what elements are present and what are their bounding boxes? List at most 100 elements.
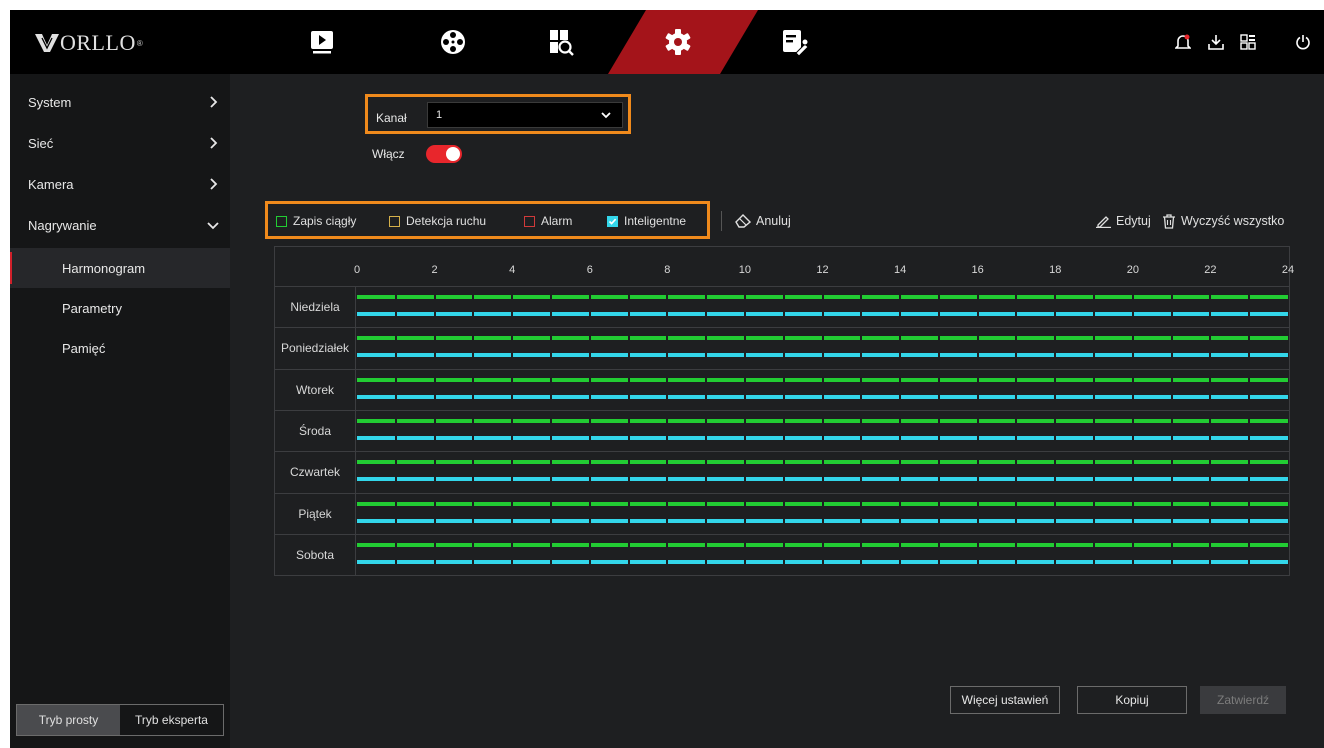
hour-tick <box>627 291 630 321</box>
hour-tick <box>1131 539 1134 569</box>
hour-tick <box>743 291 746 321</box>
hour-tick <box>821 415 824 445</box>
maintenance-icon[interactable] <box>779 26 811 58</box>
hour-label: 18 <box>1049 264 1062 276</box>
cancel-label: Anuluj <box>756 214 791 228</box>
hour-tick <box>1209 456 1212 486</box>
sidebar-item-storage[interactable]: Pamięć <box>10 328 230 368</box>
hour-tick <box>1015 498 1018 528</box>
hour-tick <box>976 374 979 404</box>
sidebar-item-schedule[interactable]: Harmonogram <box>10 248 230 288</box>
legend-label: Inteligentne <box>624 214 687 228</box>
cancel-button[interactable]: Anuluj <box>735 213 791 229</box>
hour-tick <box>937 456 940 486</box>
copy-button[interactable]: Kopiuj <box>1077 686 1187 714</box>
hour-tick <box>549 539 552 569</box>
hour-tick <box>588 456 591 486</box>
legend-intelligent[interactable]: Inteligentne <box>607 213 686 229</box>
hour-tick <box>549 498 552 528</box>
camera-reel-icon[interactable] <box>437 26 469 58</box>
hour-tick <box>1248 332 1251 362</box>
sidebar-item-recording[interactable]: Nagrywanie <box>10 205 230 245</box>
motion-checkbox[interactable] <box>389 215 400 227</box>
hour-tick <box>976 291 979 321</box>
hour-tick <box>1015 456 1018 486</box>
day-label: Wtorek <box>295 382 334 397</box>
hour-tick <box>394 498 397 528</box>
chevron-down-icon <box>207 222 219 230</box>
hour-tick <box>782 374 785 404</box>
hour-tick <box>743 456 746 486</box>
day-column-divider <box>355 286 356 575</box>
apply-button[interactable]: Zatwierdź <box>1200 686 1286 714</box>
toolbar-divider <box>721 211 722 231</box>
chevron-right-icon <box>210 178 218 190</box>
hour-tick <box>782 332 785 362</box>
hour-tick <box>511 415 514 445</box>
legend-alarm[interactable]: Alarm <box>524 213 572 229</box>
playback-icon[interactable] <box>306 26 338 58</box>
hour-tick <box>1131 332 1134 362</box>
hour-tick <box>1170 539 1173 569</box>
channel-select[interactable]: 1 <box>427 102 623 128</box>
legend-motion[interactable]: Detekcja ruchu <box>389 213 486 229</box>
clear-all-button[interactable]: Wyczyść wszystko <box>1162 213 1284 229</box>
hour-label: 10 <box>738 264 752 276</box>
row-divider <box>275 493 1289 494</box>
hour-tick <box>549 332 552 362</box>
hour-tick <box>1093 415 1096 445</box>
alarm-checkbox[interactable] <box>524 215 535 227</box>
hour-tick <box>937 498 940 528</box>
hour-tick <box>821 498 824 528</box>
row-divider <box>275 286 1289 287</box>
hour-tick <box>1054 415 1057 445</box>
day-label: Piątek <box>298 506 332 521</box>
hour-tick <box>937 415 940 445</box>
continuous-checkbox[interactable] <box>276 215 287 227</box>
layout-icon[interactable] <box>1238 32 1258 52</box>
hour-label: 22 <box>1204 264 1217 276</box>
hour-tick <box>549 374 552 404</box>
hour-tick <box>1093 498 1096 528</box>
hour-label: 4 <box>509 264 516 276</box>
hour-tick <box>821 456 824 486</box>
sidebar-item-system[interactable]: System <box>10 82 230 122</box>
expert-mode-button[interactable]: Tryb eksperta <box>120 705 223 735</box>
hour-tick <box>511 374 514 404</box>
sidebar-item-parameters[interactable]: Parametry <box>10 288 230 328</box>
hour-tick <box>549 291 552 321</box>
search-icon[interactable] <box>545 26 577 58</box>
hour-label: 0 <box>353 264 361 276</box>
hour-tick <box>1093 332 1096 362</box>
download-icon[interactable] <box>1206 32 1226 52</box>
sidebar-item-network[interactable]: Sieć <box>10 123 230 163</box>
mode-switch: Tryb prosty Tryb eksperta <box>16 704 224 736</box>
hour-tick <box>743 332 746 362</box>
sidebar-item-camera[interactable]: Kamera <box>10 164 230 204</box>
clear-all-label: Wyczyść wszystko <box>1181 214 1285 228</box>
row-divider <box>275 327 1289 328</box>
edit-button[interactable]: Edytuj <box>1096 213 1151 229</box>
simple-mode-button[interactable]: Tryb prosty <box>17 705 120 735</box>
notification-icon[interactable] <box>1173 32 1193 52</box>
more-settings-button[interactable]: Więcej ustawień <box>950 686 1060 714</box>
row-divider <box>275 451 1289 452</box>
app-window: ORLLO ® System Sieć Kamera Nagrywanie Ha… <box>10 10 1324 748</box>
hour-tick <box>511 291 514 321</box>
hour-tick <box>860 539 863 569</box>
hour-tick <box>588 332 591 362</box>
legend-continuous[interactable]: Zapis ciągły <box>276 213 356 229</box>
hour-tick <box>1054 539 1057 569</box>
checkmark-icon <box>608 218 617 225</box>
hour-tick <box>1015 415 1018 445</box>
row-divider <box>275 534 1289 535</box>
intelligent-checkbox[interactable] <box>607 215 618 227</box>
gear-icon[interactable] <box>662 26 694 58</box>
hour-tick <box>394 415 397 445</box>
enable-toggle[interactable] <box>426 145 462 163</box>
power-icon[interactable] <box>1293 32 1313 52</box>
day-label: Poniedziałek <box>280 340 350 355</box>
orllo-mark-icon <box>35 34 59 52</box>
hour-tick <box>743 539 746 569</box>
hour-tick <box>1248 456 1251 486</box>
